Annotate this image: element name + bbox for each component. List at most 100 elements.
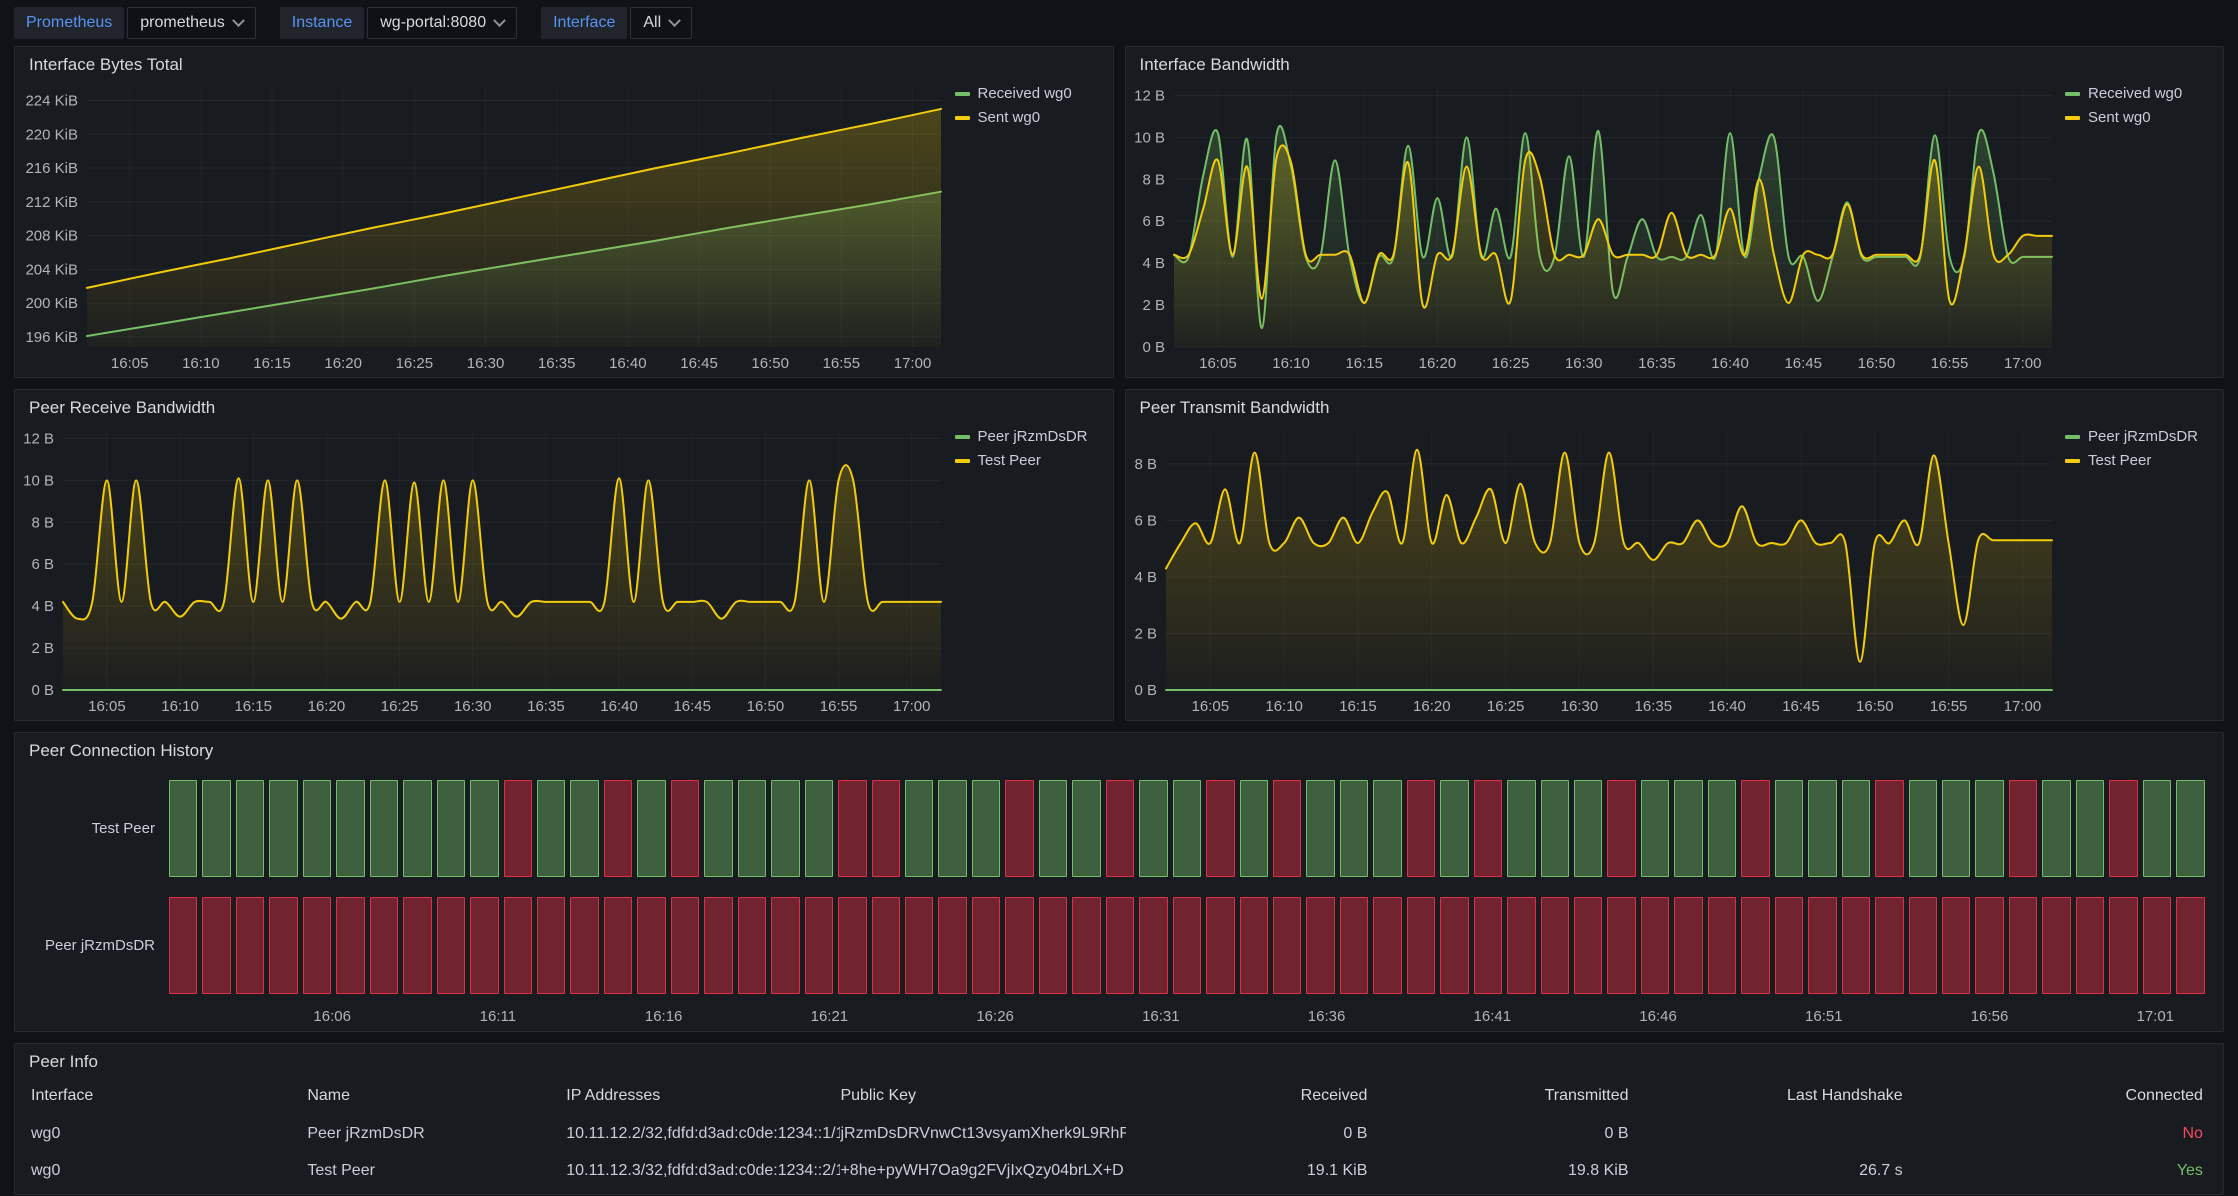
table-rows: wg0Peer jRzmDsDR10.11.12.2/32,fdfd:d3ad:…	[31, 1115, 2207, 1189]
status-bar-disconnected	[671, 780, 699, 877]
svg-text:220 KiB: 220 KiB	[25, 126, 78, 143]
svg-text:10 B: 10 B	[1134, 129, 1165, 146]
table-row: wg0Test Peer10.11.12.3/32,fdfd:d3ad:c0de…	[31, 1152, 2207, 1189]
status-bar-disconnected	[336, 897, 364, 994]
status-bar-disconnected	[269, 897, 297, 994]
legend-series-swatch	[955, 435, 970, 439]
status-bar-track	[169, 780, 2205, 877]
svg-text:16:15: 16:15	[234, 698, 272, 715]
table-col-ips[interactable]: IP Addresses	[566, 1087, 840, 1105]
status-history[interactable]: Test PeerPeer jRzmDsDR 16:0616:1116:1616…	[15, 763, 2223, 1031]
legend-item[interactable]: Test Peer	[2065, 452, 2213, 469]
legend-item[interactable]: Sent wg0	[2065, 109, 2213, 126]
dashboard-grid: Interface Bytes Total 196 KiB200 KiB204 …	[0, 46, 2238, 1195]
legend-item[interactable]: Test Peer	[955, 452, 1103, 469]
legend-item[interactable]: Peer jRzmDsDR	[2065, 428, 2213, 445]
legend-item[interactable]: Peer jRzmDsDR	[955, 428, 1103, 445]
status-bar-disconnected	[1106, 780, 1134, 877]
variable-value: prometheus	[140, 14, 225, 32]
chart-interface-bandwidth[interactable]: 0 B2 B4 B6 B8 B10 B12 B16:0516:1016:1516…	[1126, 77, 2066, 377]
status-bar-disconnected	[938, 897, 966, 994]
svg-text:16:10: 16:10	[1272, 355, 1310, 372]
status-bar-disconnected	[1005, 897, 1033, 994]
svg-text:16:40: 16:40	[1708, 698, 1746, 715]
status-bar-disconnected	[504, 780, 532, 877]
svg-text:16:45: 16:45	[1784, 355, 1822, 372]
dashboard-controls: Prometheus prometheus Instance wg-portal…	[0, 0, 2238, 46]
svg-text:16:45: 16:45	[680, 355, 718, 372]
panel-peer-connection-history: Peer Connection History Test PeerPeer jR…	[14, 732, 2224, 1032]
status-bar-disconnected	[1607, 897, 1635, 994]
status-bar-disconnected	[1775, 897, 1803, 994]
legend-item[interactable]: Received wg0	[2065, 85, 2213, 102]
svg-text:16:55: 16:55	[1930, 355, 1968, 372]
status-bar-connected	[1541, 780, 1569, 877]
status-bar-disconnected	[972, 897, 1000, 994]
svg-text:4 B: 4 B	[1142, 255, 1165, 272]
svg-text:16:45: 16:45	[1782, 698, 1820, 715]
status-bar-disconnected	[1306, 897, 1334, 994]
variable-select-interface[interactable]: All	[630, 7, 692, 39]
status-bar-connected	[972, 780, 1000, 877]
chart-svg: 196 KiB200 KiB204 KiB208 KiB212 KiB216 K…	[15, 77, 955, 377]
table-col-name[interactable]: Name	[307, 1087, 566, 1105]
panel-title[interactable]: Peer Receive Bandwidth	[15, 390, 1113, 420]
table-col-pubkey[interactable]: Public Key	[840, 1087, 1125, 1105]
legend-series-label: Sent wg0	[2088, 109, 2151, 126]
svg-text:16:25: 16:25	[396, 355, 434, 372]
table-col-handshake[interactable]: Last Handshake	[1632, 1087, 1906, 1105]
status-bar-connected	[805, 780, 833, 877]
panel-title[interactable]: Interface Bandwidth	[1126, 47, 2224, 77]
variable-select-prometheus[interactable]: prometheus	[127, 7, 256, 39]
svg-text:4 B: 4 B	[1134, 569, 1157, 586]
status-bar-disconnected	[1975, 897, 2003, 994]
table-col-connected[interactable]: Connected	[1907, 1087, 2207, 1105]
legend-item[interactable]: Received wg0	[955, 85, 1103, 102]
status-bar-connected	[403, 780, 431, 877]
chart-peer-transmit-bandwidth[interactable]: 0 B2 B4 B6 B8 B16:0516:1016:1516:2016:25…	[1126, 420, 2066, 720]
status-x-tick: 16:31	[1142, 1008, 1180, 1025]
svg-text:6 B: 6 B	[1142, 213, 1165, 230]
variable-select-instance[interactable]: wg-portal:8080	[367, 7, 517, 39]
table-col-transmitted[interactable]: Transmitted	[1371, 1087, 1632, 1105]
status-bar-disconnected	[1641, 897, 1669, 994]
status-bar-connected	[1507, 780, 1535, 877]
panel-title[interactable]: Interface Bytes Total	[15, 47, 1113, 77]
svg-text:16:55: 16:55	[823, 355, 861, 372]
chart-peer-receive-bandwidth[interactable]: 0 B2 B4 B6 B8 B10 B12 B16:0516:1016:1516…	[15, 420, 955, 720]
status-bar-connected	[269, 780, 297, 877]
legend-series-label: Peer jRzmDsDR	[2088, 428, 2198, 445]
status-bar-disconnected	[2009, 780, 2037, 877]
chart-interface-bytes-total[interactable]: 196 KiB200 KiB204 KiB208 KiB212 KiB216 K…	[15, 77, 955, 377]
svg-text:0 B: 0 B	[1134, 682, 1157, 699]
cell-connected: No	[1907, 1125, 2207, 1143]
table-header-row: InterfaceNameIP AddressesPublic KeyRecei…	[31, 1076, 2207, 1115]
status-bar-disconnected	[1072, 897, 1100, 994]
panel-interface-bandwidth: Interface Bandwidth 0 B2 B4 B6 B8 B10 B1…	[1125, 46, 2225, 378]
svg-text:212 KiB: 212 KiB	[25, 194, 78, 211]
svg-text:0 B: 0 B	[31, 682, 54, 699]
panel-title[interactable]: Peer Info	[15, 1044, 2223, 1074]
status-x-tick: 16:56	[1971, 1008, 2009, 1025]
status-bar-disconnected	[2042, 897, 2070, 994]
legend-item[interactable]: Sent wg0	[955, 109, 1103, 126]
status-bar-connected	[236, 780, 264, 877]
chart-legend: Peer jRzmDsDR Test Peer	[955, 420, 1113, 720]
svg-text:16:30: 16:30	[454, 698, 492, 715]
status-bar-connected	[1975, 780, 2003, 877]
panel-title[interactable]: Peer Transmit Bandwidth	[1126, 390, 2224, 420]
svg-text:12 B: 12 B	[1134, 87, 1165, 104]
status-x-tick: 16:06	[313, 1008, 351, 1025]
status-bar-disconnected	[738, 897, 766, 994]
panel-title[interactable]: Peer Connection History	[15, 733, 2223, 763]
status-bar-disconnected	[838, 897, 866, 994]
status-bar-connected	[1340, 780, 1368, 877]
table-col-received[interactable]: Received	[1126, 1087, 1372, 1105]
status-bar-disconnected	[1106, 897, 1134, 994]
svg-text:16:10: 16:10	[1265, 698, 1303, 715]
status-bar-disconnected	[872, 780, 900, 877]
status-bar-disconnected	[1875, 897, 1903, 994]
table-col-interface[interactable]: Interface	[31, 1087, 307, 1105]
svg-text:8 B: 8 B	[1142, 171, 1165, 188]
svg-text:2 B: 2 B	[1142, 297, 1165, 314]
